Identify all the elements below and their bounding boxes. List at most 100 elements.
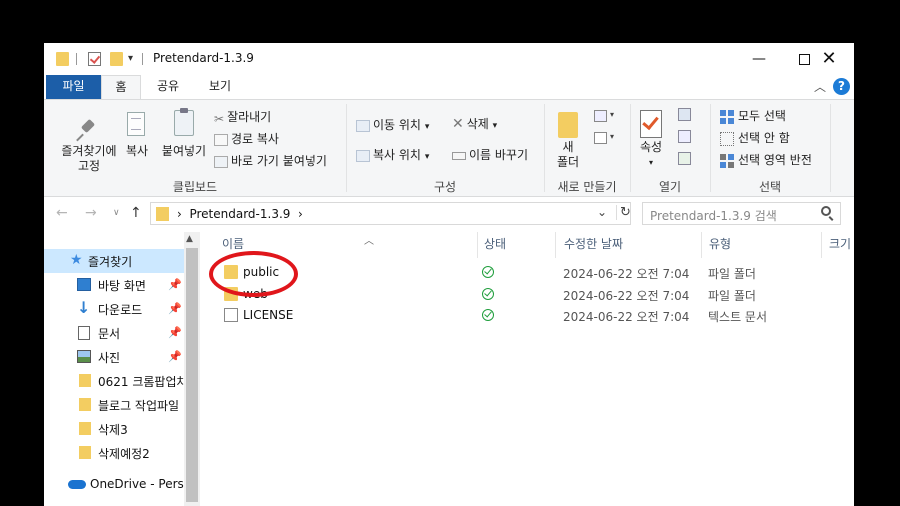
pin-icon[interactable]: 📌 xyxy=(168,350,182,363)
column-header-modified[interactable]: 수정한 날짜 xyxy=(564,232,623,260)
column-divider[interactable] xyxy=(701,232,702,258)
open-icon[interactable] xyxy=(678,108,691,121)
scroll-up-arrow-icon[interactable]: ▲ xyxy=(186,234,193,244)
pin-icon xyxy=(78,120,98,142)
clipboard-group-label: 클립보드 xyxy=(172,180,218,194)
search-input[interactable]: Pretendard-1.3.9 검색 xyxy=(650,207,777,224)
properties-label: 속성 xyxy=(639,140,663,154)
table-row[interactable]: web 2024-06-22 오전 7:04 파일 폴더 xyxy=(200,284,854,305)
column-header-type[interactable]: 유형 xyxy=(709,232,731,260)
nav-item-documents[interactable]: 문서 📌 xyxy=(44,321,184,345)
file-modified: 2024-06-22 오전 7:04 xyxy=(563,289,690,303)
navigation-pane: ★ 즐겨찾기 바탕 화면 📌 ↓ 다운로드 📌 문서 📌 사진 📌 0621 크… xyxy=(44,232,200,506)
tab-share[interactable]: 공유 xyxy=(145,75,191,99)
divider xyxy=(142,53,143,65)
rename-icon xyxy=(452,151,466,160)
address-history-dropdown[interactable]: ⌄ xyxy=(597,205,607,219)
scissors-icon: ✂ xyxy=(214,111,225,126)
minimize-button[interactable]: — xyxy=(736,43,782,75)
easy-access-icon[interactable] xyxy=(594,132,607,144)
nav-item-folder[interactable]: 삭제예정2 xyxy=(44,441,184,465)
select-none-icon xyxy=(720,131,734,146)
paste-button[interactable]: 붙여넣기 xyxy=(158,106,210,166)
nav-item-quick-access[interactable]: ★ 즐겨찾기 xyxy=(44,249,184,273)
nav-scrollbar[interactable]: ▲ xyxy=(184,232,200,506)
properties-qat-icon[interactable] xyxy=(88,52,101,66)
edit-icon[interactable] xyxy=(678,130,691,143)
column-divider[interactable] xyxy=(821,232,822,258)
select-group-label: 선택 xyxy=(758,180,782,194)
breadcrumb-separator[interactable]: › xyxy=(298,207,303,221)
new-item-icon[interactable] xyxy=(594,110,607,122)
paste-shortcut-label: 바로 가기 붙여넣기 xyxy=(231,154,327,168)
pin-to-quick-access-button[interactable]: 즐겨찾기에 고정 xyxy=(50,106,128,176)
refresh-icon[interactable]: ↻ xyxy=(616,205,631,220)
forward-arrow-icon[interactable]: → xyxy=(85,205,97,221)
copy-button[interactable]: 복사 xyxy=(122,106,152,166)
document-icon xyxy=(78,326,90,340)
pin-icon[interactable]: 📌 xyxy=(168,302,182,315)
column-divider[interactable] xyxy=(477,232,478,258)
back-arrow-icon[interactable]: ← xyxy=(56,205,68,221)
paste-shortcut-button[interactable]: 바로 가기 붙여넣기 xyxy=(214,152,327,169)
pin-icon[interactable]: 📌 xyxy=(168,278,182,291)
nav-item-desktop[interactable]: 바탕 화면 📌 xyxy=(44,273,184,297)
delete-button[interactable]: ✕ 삭제 ▾ xyxy=(452,115,497,132)
column-label: 이름 xyxy=(222,237,245,251)
recent-locations-icon[interactable]: ∨ xyxy=(113,208,120,218)
table-row[interactable]: LICENSE 2024-06-22 오전 7:04 텍스트 문서 xyxy=(200,305,854,326)
column-header-size[interactable]: 크기 xyxy=(829,232,851,260)
select-none-button[interactable]: 선택 안 함 xyxy=(720,129,790,146)
nav-item-pictures[interactable]: 사진 📌 xyxy=(44,345,184,369)
properties-icon xyxy=(640,110,662,138)
address-bar[interactable]: › Pretendard-1.3.9 › ⌄ ↻ xyxy=(150,202,631,225)
up-arrow-icon[interactable]: ↑ xyxy=(130,205,142,221)
help-icon[interactable]: ? xyxy=(833,78,850,95)
file-modified: 2024-06-22 오전 7:04 xyxy=(563,267,690,281)
rename-button[interactable]: 이름 바꾸기 xyxy=(452,146,528,163)
search-box[interactable]: Pretendard-1.3.9 검색 xyxy=(642,202,841,225)
rename-label: 이름 바꾸기 xyxy=(469,148,529,162)
column-header-status[interactable]: 상태 xyxy=(484,232,506,260)
copy-to-button[interactable]: 복사 위치 ▾ xyxy=(356,146,429,163)
cloud-icon xyxy=(68,480,86,489)
pin-label-2: 고정 xyxy=(77,159,101,173)
window-title: Pretendard-1.3.9 xyxy=(153,51,254,65)
nav-item-folder[interactable]: 삭제3 xyxy=(44,417,184,441)
select-all-button[interactable]: 모두 선택 xyxy=(720,107,786,124)
cut-button[interactable]: ✂ 잘라내기 xyxy=(214,108,271,126)
tab-file[interactable]: 파일 xyxy=(46,75,101,99)
pin-icon[interactable]: 📌 xyxy=(168,326,182,339)
breadcrumb-current[interactable]: Pretendard-1.3.9 xyxy=(189,207,290,221)
history-icon[interactable] xyxy=(678,152,691,165)
copy-path-button[interactable]: 경로 복사 xyxy=(214,130,279,147)
search-icon xyxy=(821,206,831,216)
organize-group-label: 구성 xyxy=(433,180,457,194)
close-button[interactable]: ✕ xyxy=(806,43,852,75)
nav-label: 삭제예정2 xyxy=(98,447,150,461)
nav-item-onedrive[interactable]: OneDrive - Person xyxy=(44,473,184,497)
nav-item-folder[interactable]: 블로그 작업파일 xyxy=(44,393,184,417)
nav-item-downloads[interactable]: ↓ 다운로드 📌 xyxy=(44,297,184,321)
table-row[interactable]: public 2024-06-22 오전 7:04 파일 폴더 xyxy=(200,262,854,283)
tab-home[interactable]: 홈 xyxy=(101,75,141,99)
new-folder-qat-icon[interactable] xyxy=(110,52,123,66)
scrollbar-thumb[interactable] xyxy=(186,248,198,502)
nav-label: OneDrive - Person xyxy=(90,477,184,491)
invert-selection-button[interactable]: 선택 영역 반전 xyxy=(720,151,812,168)
new-folder-label-2: 폴더 xyxy=(556,155,580,169)
folder-icon xyxy=(156,207,169,221)
nav-item-folder[interactable]: 0621 크롬팝업차 xyxy=(44,369,184,393)
move-to-button[interactable]: 이동 위치 ▾ xyxy=(356,116,429,133)
title-bar: ▾ Pretendard-1.3.9 — ✕ xyxy=(44,43,854,75)
column-divider[interactable] xyxy=(555,232,556,258)
tab-view[interactable]: 보기 xyxy=(197,75,243,99)
breadcrumb[interactable]: › Pretendard-1.3.9 › xyxy=(177,207,303,221)
new-folder-button[interactable]: 새 폴더 xyxy=(550,106,586,178)
qat-customize-dropdown[interactable]: ▾ xyxy=(128,53,133,64)
collapse-ribbon-icon[interactable]: ︿ xyxy=(814,78,826,95)
breadcrumb-separator[interactable]: › xyxy=(177,207,182,221)
folder-icon xyxy=(79,422,91,435)
delete-label: 삭제 xyxy=(466,117,489,131)
properties-button[interactable]: 속성 ▾ xyxy=(634,106,668,178)
